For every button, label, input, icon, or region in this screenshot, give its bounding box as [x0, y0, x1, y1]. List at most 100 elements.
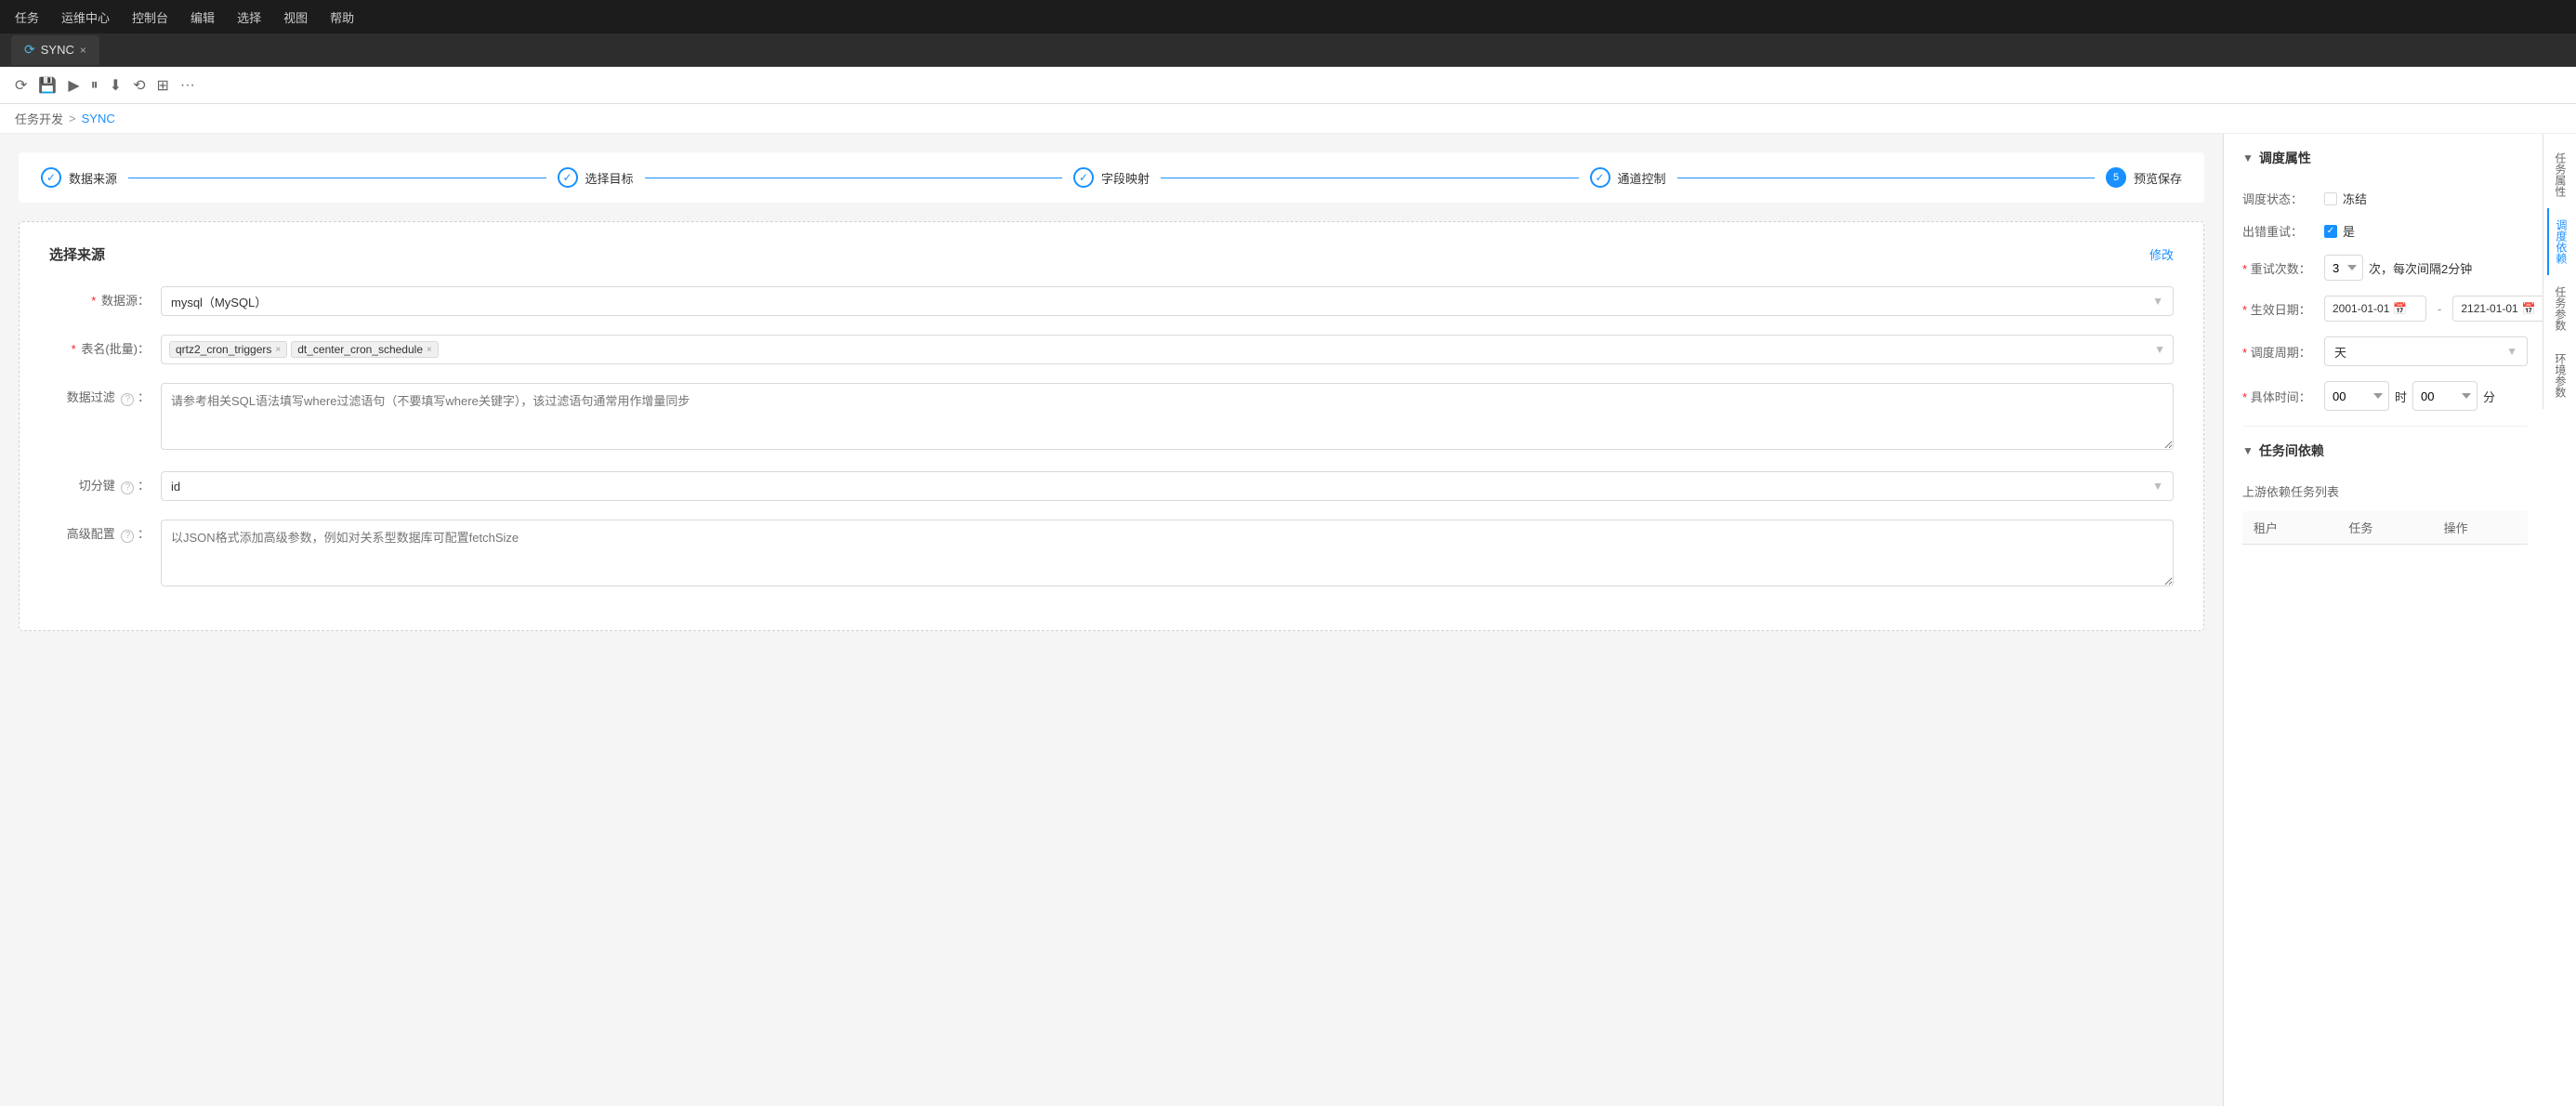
schedule-status-row: 调度状态： 冻结: [2242, 190, 2528, 207]
freeze-checkbox[interactable]: [2324, 192, 2337, 205]
step-5-label: 预览保存: [2134, 169, 2182, 187]
step-4: ✓ 通道控制: [1590, 167, 1666, 188]
filter-help-icon[interactable]: ?: [121, 393, 134, 406]
depend-table: 租户 任务 操作: [2242, 511, 2528, 545]
sync-tab-icon: ⟳: [24, 42, 35, 58]
toolbar: ⟳ 💾 ▶ ⏸ ⬇ ⟲ ⊞ ···: [0, 67, 2576, 104]
right-panel: ▼ 调度属性 调度状态： 冻结 出错重试： ✓ 是: [2223, 134, 2576, 1106]
schedule-section-header: ▼ 调度属性: [2242, 149, 2528, 175]
hour-select[interactable]: 00 01 06 12: [2324, 381, 2389, 411]
table-row: * 表名(批量)： qrtz2_cron_triggers × dt_cente…: [49, 335, 2174, 364]
retry-row: 出错重试： ✓ 是: [2242, 222, 2528, 240]
tag-1-close-icon[interactable]: ×: [275, 345, 281, 355]
effective-value: 2001-01-01 📅 - 2121-01-01 📅: [2324, 296, 2555, 322]
filter-textarea[interactable]: [161, 383, 2174, 450]
retry-count-row: * 重试次数： 3 1 2 5 次，每次间隔2分钟: [2242, 255, 2528, 281]
breadcrumb-parent[interactable]: 任务开发: [15, 110, 63, 127]
date-start-input[interactable]: 2001-01-01 📅: [2324, 296, 2426, 322]
schedule-toggle-icon[interactable]: ▼: [2242, 151, 2254, 165]
table-tag-2: dt_center_cron_schedule ×: [291, 341, 439, 358]
menu-item-ops[interactable]: 运维中心: [61, 8, 110, 26]
depend-section-header: ▼ 任务间依赖: [2242, 441, 2528, 467]
datasource-label: * 数据源：: [49, 286, 161, 316]
step-2-circle: ✓: [558, 167, 578, 188]
step-4-circle: ✓: [1590, 167, 1610, 188]
far-tab-task-props[interactable]: 任务属性: [2548, 141, 2571, 208]
modify-button[interactable]: 修改: [2149, 245, 2174, 263]
retries-select[interactable]: 3 1 2 5: [2324, 255, 2363, 281]
minute-select[interactable]: 00 15 30 45: [2412, 381, 2477, 411]
step-1: ✓ 数据来源: [41, 167, 117, 188]
menu-item-help[interactable]: 帮助: [330, 8, 354, 26]
menu-item-select[interactable]: 选择: [237, 8, 261, 26]
period-arrow-icon: ▼: [2506, 345, 2517, 358]
status-value: 冻结: [2324, 190, 2528, 207]
depend-section-title: 任务间依赖: [2259, 441, 2324, 460]
menu-item-edit[interactable]: 编辑: [191, 8, 215, 26]
toolbar-save-icon[interactable]: 💾: [38, 76, 57, 95]
col-tenant: 租户: [2242, 511, 2337, 545]
advanced-row: 高级配置 ? ：: [49, 520, 2174, 589]
datasource-select[interactable]: mysql（MySQL） ▼: [161, 286, 2174, 316]
split-help-icon[interactable]: ?: [121, 481, 134, 494]
period-label: * 调度周期：: [2242, 343, 2317, 361]
tab-close-button[interactable]: ×: [80, 44, 86, 57]
hour-unit-label: 时: [2395, 388, 2407, 405]
period-dropdown[interactable]: 天 ▼: [2324, 336, 2528, 366]
menu-item-view[interactable]: 视图: [283, 8, 308, 26]
form-card-title: 选择来源: [49, 244, 105, 264]
toolbar-refresh-icon[interactable]: ⟳: [15, 76, 27, 95]
filter-control: [161, 383, 2174, 453]
calendar-start-icon: 📅: [2393, 302, 2407, 315]
advanced-help-icon[interactable]: ?: [121, 530, 134, 543]
retry-checkbox[interactable]: ✓: [2324, 225, 2337, 238]
step-2-label: 选择目标: [585, 169, 634, 187]
col-task: 任务: [2337, 511, 2432, 545]
menu-item-task[interactable]: 任务: [15, 8, 39, 26]
table-tag-input[interactable]: qrtz2_cron_triggers × dt_center_cron_sch…: [161, 335, 2174, 364]
breadcrumb-current: SYNC: [82, 112, 115, 125]
retries-suffix: 次，每次间隔2分钟: [2369, 259, 2472, 277]
tag-2-close-icon[interactable]: ×: [427, 345, 432, 355]
toolbar-pause-icon[interactable]: ⏸: [91, 77, 99, 94]
period-row: * 调度周期： 天 ▼: [2242, 336, 2528, 366]
center-content: ✓ 数据来源 ✓ 选择目标 ✓ 字段映射 ✓: [0, 134, 2223, 1106]
steps-bar: ✓ 数据来源 ✓ 选择目标 ✓ 字段映射 ✓: [19, 152, 2204, 203]
advanced-label: 高级配置 ? ：: [49, 520, 161, 549]
toolbar-download-icon[interactable]: ⬇: [110, 76, 122, 95]
menu-item-console[interactable]: 控制台: [132, 8, 168, 26]
top-menubar: 任务 运维中心 控制台 编辑 选择 视图 帮助: [0, 0, 2576, 33]
split-control: id ▼: [161, 471, 2174, 501]
col-action: 操作: [2433, 511, 2528, 545]
depend-toggle-icon[interactable]: ▼: [2242, 444, 2254, 457]
calendar-end-icon: 📅: [2522, 302, 2536, 315]
depend-section: 上游依赖任务列表 租户 任务 操作: [2242, 482, 2528, 545]
far-tab-schedule-depend[interactable]: 调度依赖: [2547, 208, 2572, 275]
retry-label: 出错重试：: [2242, 222, 2317, 240]
tab-sync[interactable]: ⟳ SYNC ×: [11, 35, 99, 65]
toolbar-run-icon[interactable]: ▶: [68, 76, 79, 95]
schedule-section-title: 调度属性: [2259, 149, 2311, 167]
retries-value: 3 1 2 5 次，每次间隔2分钟: [2324, 255, 2528, 281]
freeze-label: 冻结: [2343, 190, 2367, 207]
far-tab-task-params[interactable]: 任务参数: [2548, 275, 2571, 342]
date-end-input[interactable]: 2121-01-01 📅: [2452, 296, 2555, 322]
breadcrumb: 任务开发 > SYNC: [0, 104, 2576, 134]
far-right-tabs: 任务属性 调度依赖 任务参数 环境参数: [2543, 134, 2576, 409]
advanced-textarea[interactable]: [161, 520, 2174, 586]
advanced-control: [161, 520, 2174, 589]
effective-label: * 生效日期：: [2242, 300, 2317, 318]
split-select[interactable]: id ▼: [161, 471, 2174, 501]
retry-value: ✓ 是: [2324, 222, 2528, 240]
filter-label: 数据过滤 ? ：: [49, 383, 161, 413]
toolbar-undo-icon[interactable]: ⟲: [133, 76, 145, 95]
toolbar-more-icon[interactable]: ···: [180, 77, 195, 94]
toolbar-layout-icon[interactable]: ⊞: [156, 76, 168, 95]
split-row: 切分键 ? ： id ▼: [49, 471, 2174, 501]
time-label: * 具体时间：: [2242, 388, 2317, 405]
retries-label: * 重试次数：: [2242, 259, 2317, 277]
tab-bar: ⟳ SYNC ×: [0, 33, 2576, 67]
step-4-label: 通道控制: [1618, 169, 1666, 187]
step-1-label: 数据来源: [69, 169, 117, 187]
far-tab-env-params[interactable]: 环境参数: [2548, 342, 2571, 409]
